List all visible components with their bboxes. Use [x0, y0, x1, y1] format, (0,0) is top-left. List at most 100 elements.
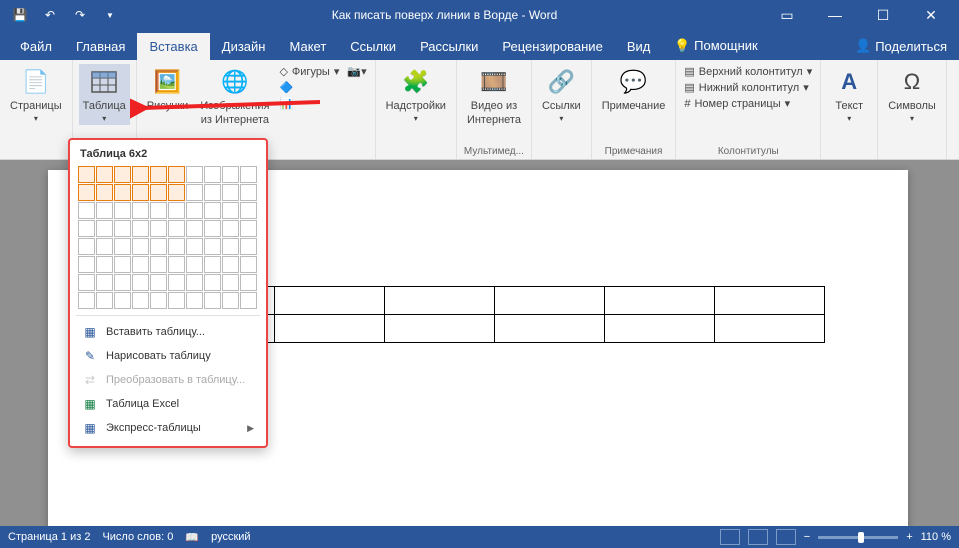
- grid-cell[interactable]: [150, 238, 167, 255]
- grid-cell[interactable]: [204, 184, 221, 201]
- grid-cell[interactable]: [114, 184, 131, 201]
- grid-cell[interactable]: [222, 166, 239, 183]
- grid-cell[interactable]: [132, 256, 149, 273]
- grid-cell[interactable]: [150, 292, 167, 309]
- grid-cell[interactable]: [114, 256, 131, 273]
- tab-references[interactable]: Ссылки: [338, 33, 408, 60]
- tab-home[interactable]: Главная: [64, 33, 137, 60]
- grid-cell[interactable]: [132, 238, 149, 255]
- grid-cell[interactable]: [78, 238, 95, 255]
- grid-cell[interactable]: [114, 220, 131, 237]
- view-web-button[interactable]: [776, 529, 796, 545]
- grid-cell[interactable]: [204, 274, 221, 291]
- zoom-level[interactable]: 110 %: [921, 531, 951, 543]
- grid-cell[interactable]: [78, 166, 95, 183]
- grid-cell[interactable]: [96, 292, 113, 309]
- grid-cell[interactable]: [132, 220, 149, 237]
- grid-cell[interactable]: [114, 292, 131, 309]
- grid-cell[interactable]: [240, 256, 257, 273]
- close-button[interactable]: ✕: [911, 0, 951, 30]
- tab-design[interactable]: Дизайн: [210, 33, 278, 60]
- tab-view[interactable]: Вид: [615, 33, 663, 60]
- tab-insert[interactable]: Вставка: [137, 33, 209, 60]
- grid-cell[interactable]: [132, 166, 149, 183]
- grid-cell[interactable]: [240, 166, 257, 183]
- grid-cell[interactable]: [222, 184, 239, 201]
- grid-cell[interactable]: [240, 238, 257, 255]
- save-button[interactable]: 💾: [8, 3, 32, 27]
- grid-cell[interactable]: [150, 256, 167, 273]
- grid-cell[interactable]: [114, 238, 131, 255]
- grid-cell[interactable]: [204, 292, 221, 309]
- grid-cell[interactable]: [150, 202, 167, 219]
- footer-button[interactable]: ▤ Нижний колонтитул ▾: [682, 80, 814, 95]
- grid-cell[interactable]: [150, 274, 167, 291]
- smartart-button[interactable]: 🔷: [277, 80, 341, 95]
- grid-cell[interactable]: [78, 274, 95, 291]
- grid-cell[interactable]: [114, 166, 131, 183]
- status-page[interactable]: Страница 1 из 2: [8, 531, 90, 543]
- grid-cell[interactable]: [240, 274, 257, 291]
- page-number-button[interactable]: # Номер страницы ▾: [682, 96, 814, 111]
- maximize-button[interactable]: ☐: [863, 0, 903, 30]
- status-language[interactable]: русский: [211, 531, 250, 543]
- online-video-button[interactable]: 🎞️ Видео из Интернета: [463, 64, 525, 128]
- grid-cell[interactable]: [78, 292, 95, 309]
- grid-cell[interactable]: [96, 166, 113, 183]
- grid-cell[interactable]: [222, 256, 239, 273]
- grid-cell[interactable]: [78, 202, 95, 219]
- grid-cell[interactable]: [186, 202, 203, 219]
- grid-cell[interactable]: [132, 184, 149, 201]
- grid-cell[interactable]: [168, 220, 185, 237]
- status-words[interactable]: Число слов: 0: [102, 531, 173, 543]
- grid-cell[interactable]: [114, 274, 131, 291]
- insert-table-item[interactable]: ▦Вставить таблицу...: [76, 320, 260, 344]
- grid-cell[interactable]: [132, 274, 149, 291]
- text-button[interactable]: A Текст▾: [827, 64, 871, 125]
- grid-cell[interactable]: [96, 202, 113, 219]
- grid-cell[interactable]: [78, 220, 95, 237]
- links-button[interactable]: 🔗 Ссылки▾: [538, 64, 585, 125]
- grid-cell[interactable]: [150, 220, 167, 237]
- grid-cell[interactable]: [78, 256, 95, 273]
- grid-cell[interactable]: [204, 238, 221, 255]
- grid-cell[interactable]: [204, 256, 221, 273]
- grid-cell[interactable]: [186, 292, 203, 309]
- grid-cell[interactable]: [132, 202, 149, 219]
- grid-cell[interactable]: [186, 166, 203, 183]
- grid-cell[interactable]: [150, 184, 167, 201]
- grid-cell[interactable]: [204, 166, 221, 183]
- grid-cell[interactable]: [186, 238, 203, 255]
- excel-table-item[interactable]: ▦Таблица Excel: [76, 392, 260, 416]
- shapes-button[interactable]: ◇ Фигуры▾: [277, 64, 341, 79]
- grid-cell[interactable]: [168, 238, 185, 255]
- grid-cell[interactable]: [204, 202, 221, 219]
- grid-cell[interactable]: [186, 274, 203, 291]
- addins-button[interactable]: 🧩 Надстройки▾: [382, 64, 450, 125]
- grid-cell[interactable]: [96, 274, 113, 291]
- grid-cell[interactable]: [78, 184, 95, 201]
- tab-tellme[interactable]: 💡 Помощник: [662, 32, 769, 60]
- grid-cell[interactable]: [240, 292, 257, 309]
- grid-cell[interactable]: [222, 292, 239, 309]
- grid-cell[interactable]: [168, 184, 185, 201]
- grid-cell[interactable]: [204, 220, 221, 237]
- table-button[interactable]: Таблица▾: [79, 64, 130, 125]
- draw-table-item[interactable]: ✎Нарисовать таблицу: [76, 344, 260, 368]
- grid-cell[interactable]: [222, 202, 239, 219]
- qat-customize[interactable]: ▼: [98, 3, 122, 27]
- tab-review[interactable]: Рецензирование: [490, 33, 614, 60]
- view-read-button[interactable]: [720, 529, 740, 545]
- tab-mailings[interactable]: Рассылки: [408, 33, 490, 60]
- grid-cell[interactable]: [96, 238, 113, 255]
- minimize-button[interactable]: —: [815, 0, 855, 30]
- chart-button[interactable]: 📊: [277, 96, 341, 111]
- grid-cell[interactable]: [96, 256, 113, 273]
- grid-cell[interactable]: [96, 220, 113, 237]
- grid-cell[interactable]: [240, 202, 257, 219]
- grid-cell[interactable]: [168, 202, 185, 219]
- grid-cell[interactable]: [240, 220, 257, 237]
- grid-cell[interactable]: [186, 184, 203, 201]
- redo-button[interactable]: ↷: [68, 3, 92, 27]
- symbols-button[interactable]: Ω Символы▾: [884, 64, 940, 125]
